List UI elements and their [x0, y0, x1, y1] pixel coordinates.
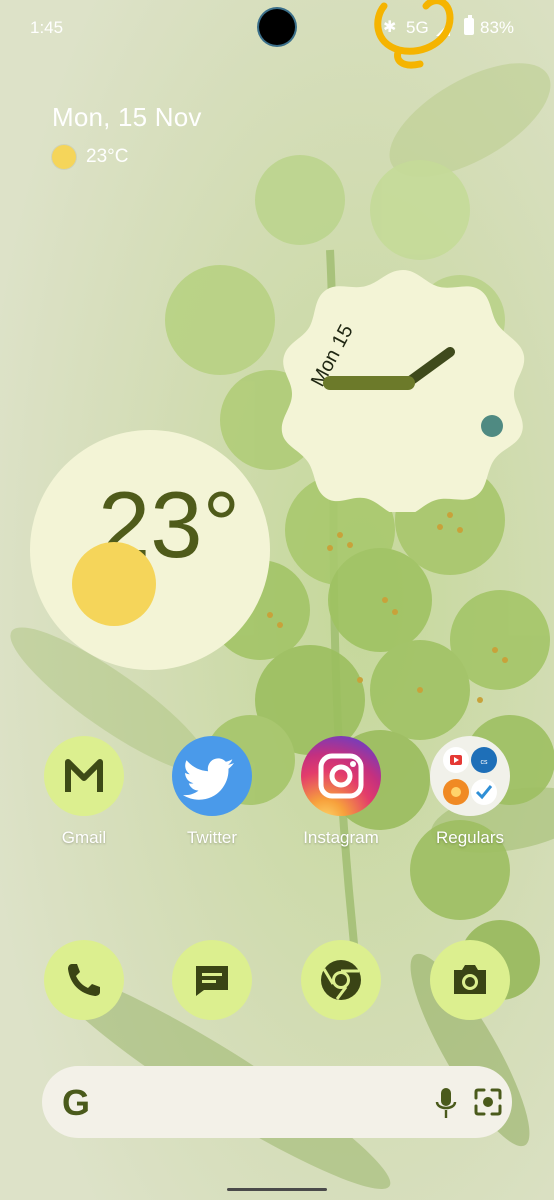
dock-messages[interactable] — [172, 940, 252, 1020]
phone-icon — [68, 964, 100, 996]
battery-icon — [464, 15, 474, 35]
clock-scalloped-background — [281, 270, 525, 517]
glance-temperature: 23°C — [86, 146, 129, 167]
front-camera-cutout — [259, 9, 295, 45]
app-instagram[interactable]: Instagram — [296, 736, 386, 848]
dock-camera[interactable] — [430, 940, 510, 1020]
clock-widget[interactable]: Mon 15 — [278, 262, 528, 517]
chrome-icon — [321, 960, 361, 1000]
camera-icon — [454, 965, 486, 994]
messages-icon — [196, 966, 228, 996]
clock-face: Mon 15 — [281, 270, 525, 517]
dock-phone[interactable] — [44, 940, 124, 1020]
app-folder-regulars[interactable]: cs Regulars — [425, 736, 515, 848]
gmail-icon — [44, 736, 124, 816]
status-time: 1:45 — [30, 18, 64, 37]
status-bar: 1:45 ✱ 5G 83% — [0, 0, 554, 56]
gesture-navigation-handle[interactable] — [227, 1188, 327, 1191]
folder-icon: cs — [430, 736, 510, 816]
google-lens-icon[interactable] — [472, 1086, 504, 1118]
app-label: Twitter — [186, 828, 238, 847]
app-label: Regulars — [435, 828, 505, 847]
weather-widget[interactable]: 23° — [30, 430, 270, 670]
app-label: Instagram — [303, 828, 379, 847]
dock-chrome[interactable] — [301, 940, 381, 1020]
svg-text:cs: cs — [481, 759, 489, 766]
at-a-glance-date[interactable]: Mon, 15 Nov — [52, 102, 202, 133]
app-label: Gmail — [61, 828, 107, 847]
sun-icon — [52, 145, 76, 169]
app-gmail[interactable]: Gmail — [39, 736, 129, 848]
battery-percent: 83% — [480, 18, 515, 37]
app-twitter[interactable]: Twitter — [167, 736, 257, 848]
instagram-icon — [301, 736, 381, 816]
twitter-bird-icon — [172, 736, 252, 816]
annotation-scribble — [374, 0, 454, 69]
microphone-icon[interactable] — [434, 1086, 458, 1120]
google-logo: G — [62, 1082, 91, 1123]
google-search-bar[interactable]: G — [42, 1066, 512, 1138]
at-a-glance-weather[interactable]: 23°C — [52, 145, 128, 169]
sun-icon — [72, 542, 156, 626]
